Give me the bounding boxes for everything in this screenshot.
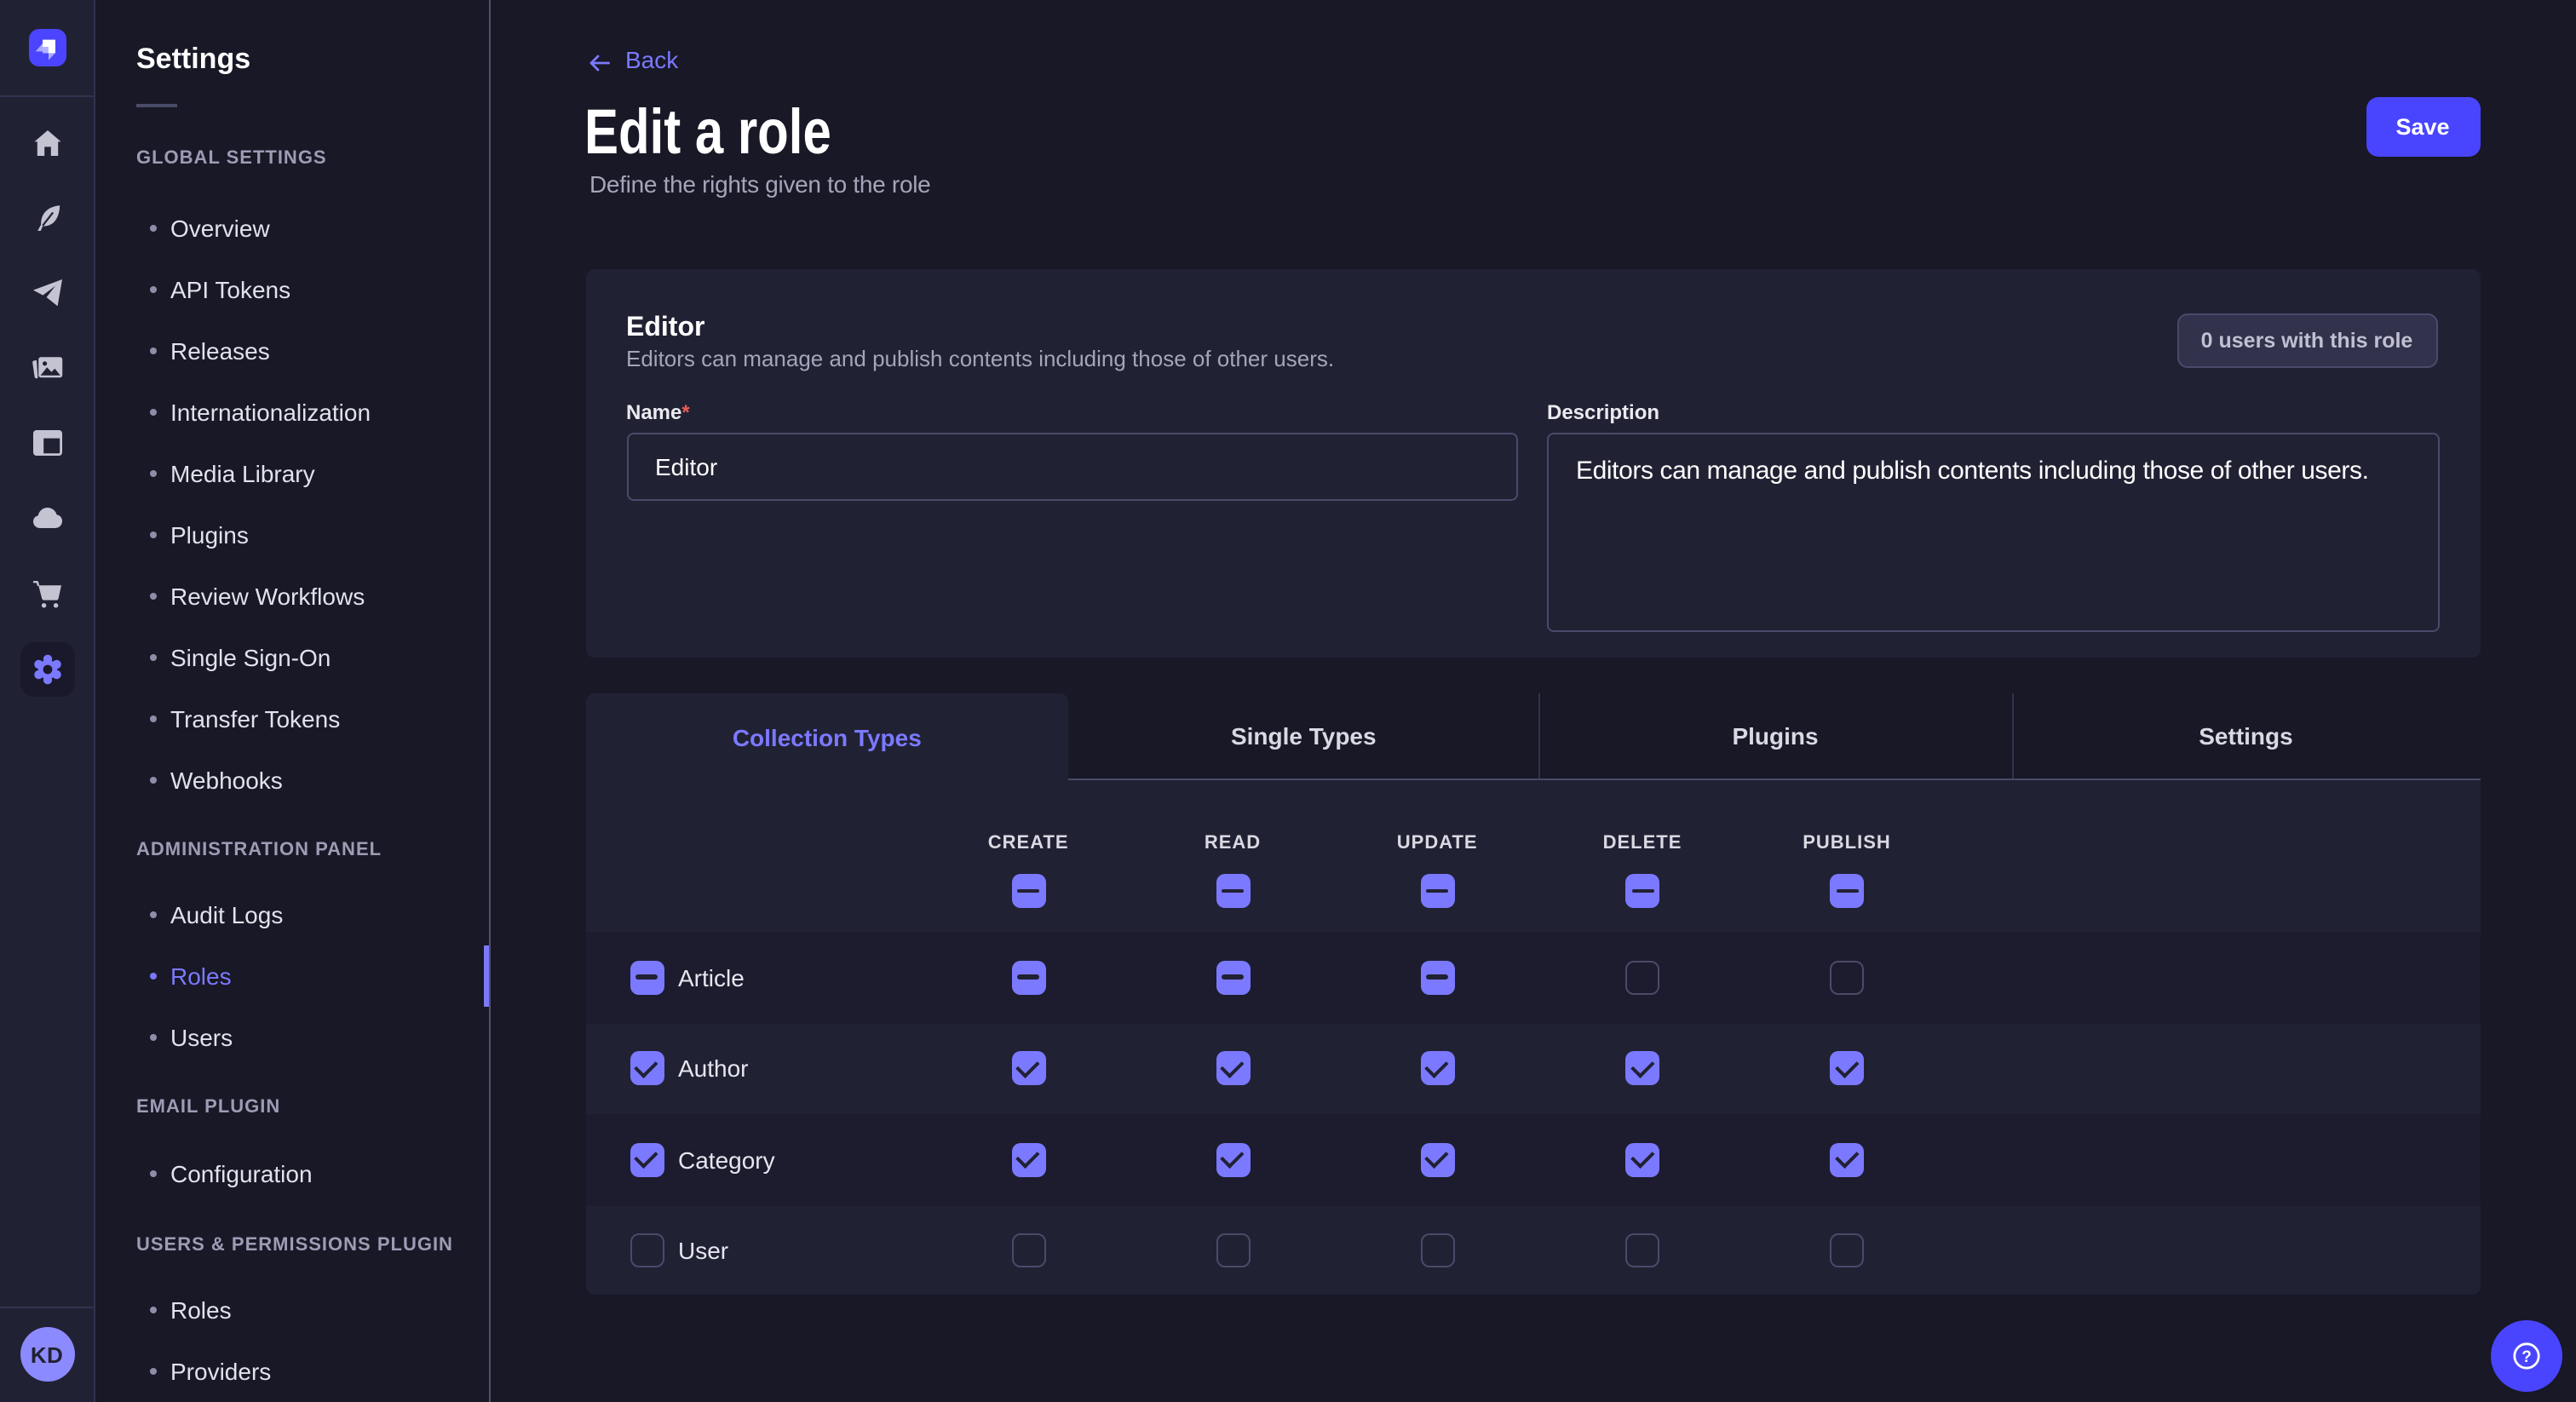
svg-text:?: ? (2521, 1347, 2532, 1365)
